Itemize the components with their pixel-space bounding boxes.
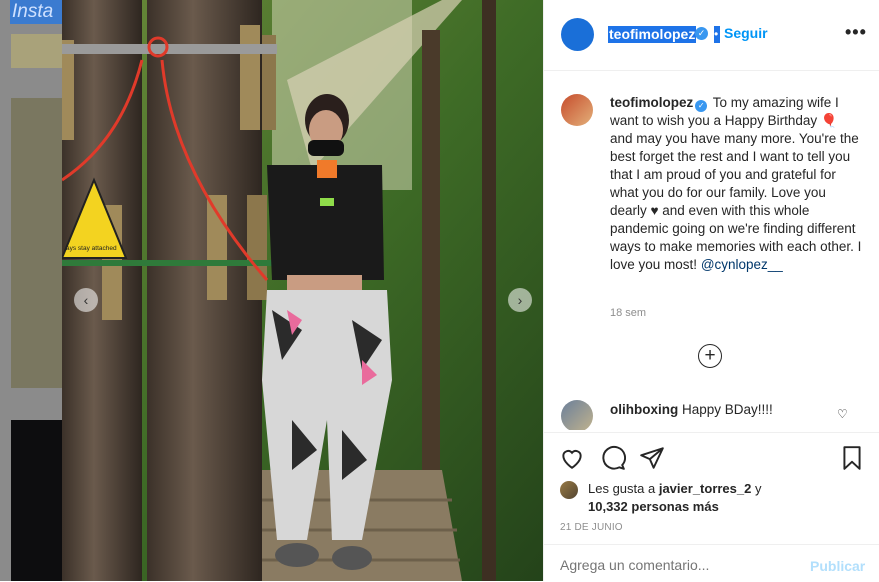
comment-bubble-icon[interactable] (600, 445, 626, 471)
comment-body: Happy BDay!!!! (682, 402, 773, 417)
verified-badge-icon: ✓ (695, 100, 708, 112)
comment-avatar[interactable] (561, 400, 593, 430)
caption-avatar[interactable] (561, 94, 593, 126)
next-photo-arrow-icon[interactable]: › (508, 288, 532, 312)
likes-summary: Les gusta a javier_torres_2 y 10,332 per… (560, 480, 858, 516)
plus-circle-icon[interactable]: + (698, 344, 722, 368)
comment-like-heart-icon[interactable]: ♡ (837, 407, 848, 421)
post-actions: Les gusta a javier_torres_2 y 10,332 per… (544, 432, 879, 543)
verified-badge-icon: ✓ (695, 27, 708, 40)
caption: teofimolopez ✓ To my amazing wife I want … (610, 94, 862, 274)
likes-count[interactable]: 10,332 personas más (588, 499, 719, 514)
caption-body: To my amazing wife I want to wish you a … (610, 95, 862, 272)
caption-username[interactable]: teofimolopez (610, 95, 693, 110)
more-options-icon[interactable]: ••• (845, 22, 867, 43)
background-thumbnail[interactable] (11, 34, 62, 68)
post-date[interactable]: 21 DE JUNIO (560, 522, 623, 533)
likes-conj: y (754, 481, 762, 496)
comment-username[interactable]: olihboxing (610, 402, 678, 417)
previous-photo-arrow-icon[interactable]: ‹ (74, 288, 98, 312)
likes-prefix: Les gusta a (588, 481, 656, 496)
dot-separator: • (714, 26, 720, 43)
background-thumbnail[interactable] (11, 98, 62, 388)
photo-illustration: ays stay attached (62, 0, 543, 581)
likes-avatar[interactable] (560, 481, 578, 499)
post-photo[interactable]: ays stay attached ‹ › (62, 0, 543, 581)
avatar[interactable] (561, 18, 594, 51)
caption-mention-link[interactable]: @cynlopez__ (701, 257, 783, 272)
likes-username[interactable]: javier_torres_2 (659, 481, 752, 496)
like-heart-icon[interactable] (559, 445, 585, 471)
post-header: teofimolopez ✓ • Seguir ••• (544, 0, 879, 71)
comment-input[interactable] (560, 557, 800, 573)
publish-button[interactable]: Publicar (810, 558, 865, 574)
follow-button[interactable]: Seguir (724, 25, 768, 42)
caption-timestamp[interactable]: 18 sem (610, 307, 646, 319)
header-username[interactable]: teofimolopez (608, 26, 697, 43)
background-thumbnail[interactable] (11, 420, 62, 581)
post-details-panel: teofimolopez ✓ • Seguir ••• teofimolopez… (543, 0, 879, 581)
instagram-logo: Insta (10, 0, 64, 24)
comments-area: teofimolopez ✓ To my amazing wife I want … (544, 70, 879, 430)
photo-sign-text: ays stay attached (66, 245, 117, 252)
share-send-icon[interactable] (639, 445, 665, 471)
save-bookmark-icon[interactable] (839, 445, 865, 471)
add-comment-bar: Publicar (544, 544, 879, 582)
comment: olihboxing Happy BDay!!!! (610, 401, 773, 419)
